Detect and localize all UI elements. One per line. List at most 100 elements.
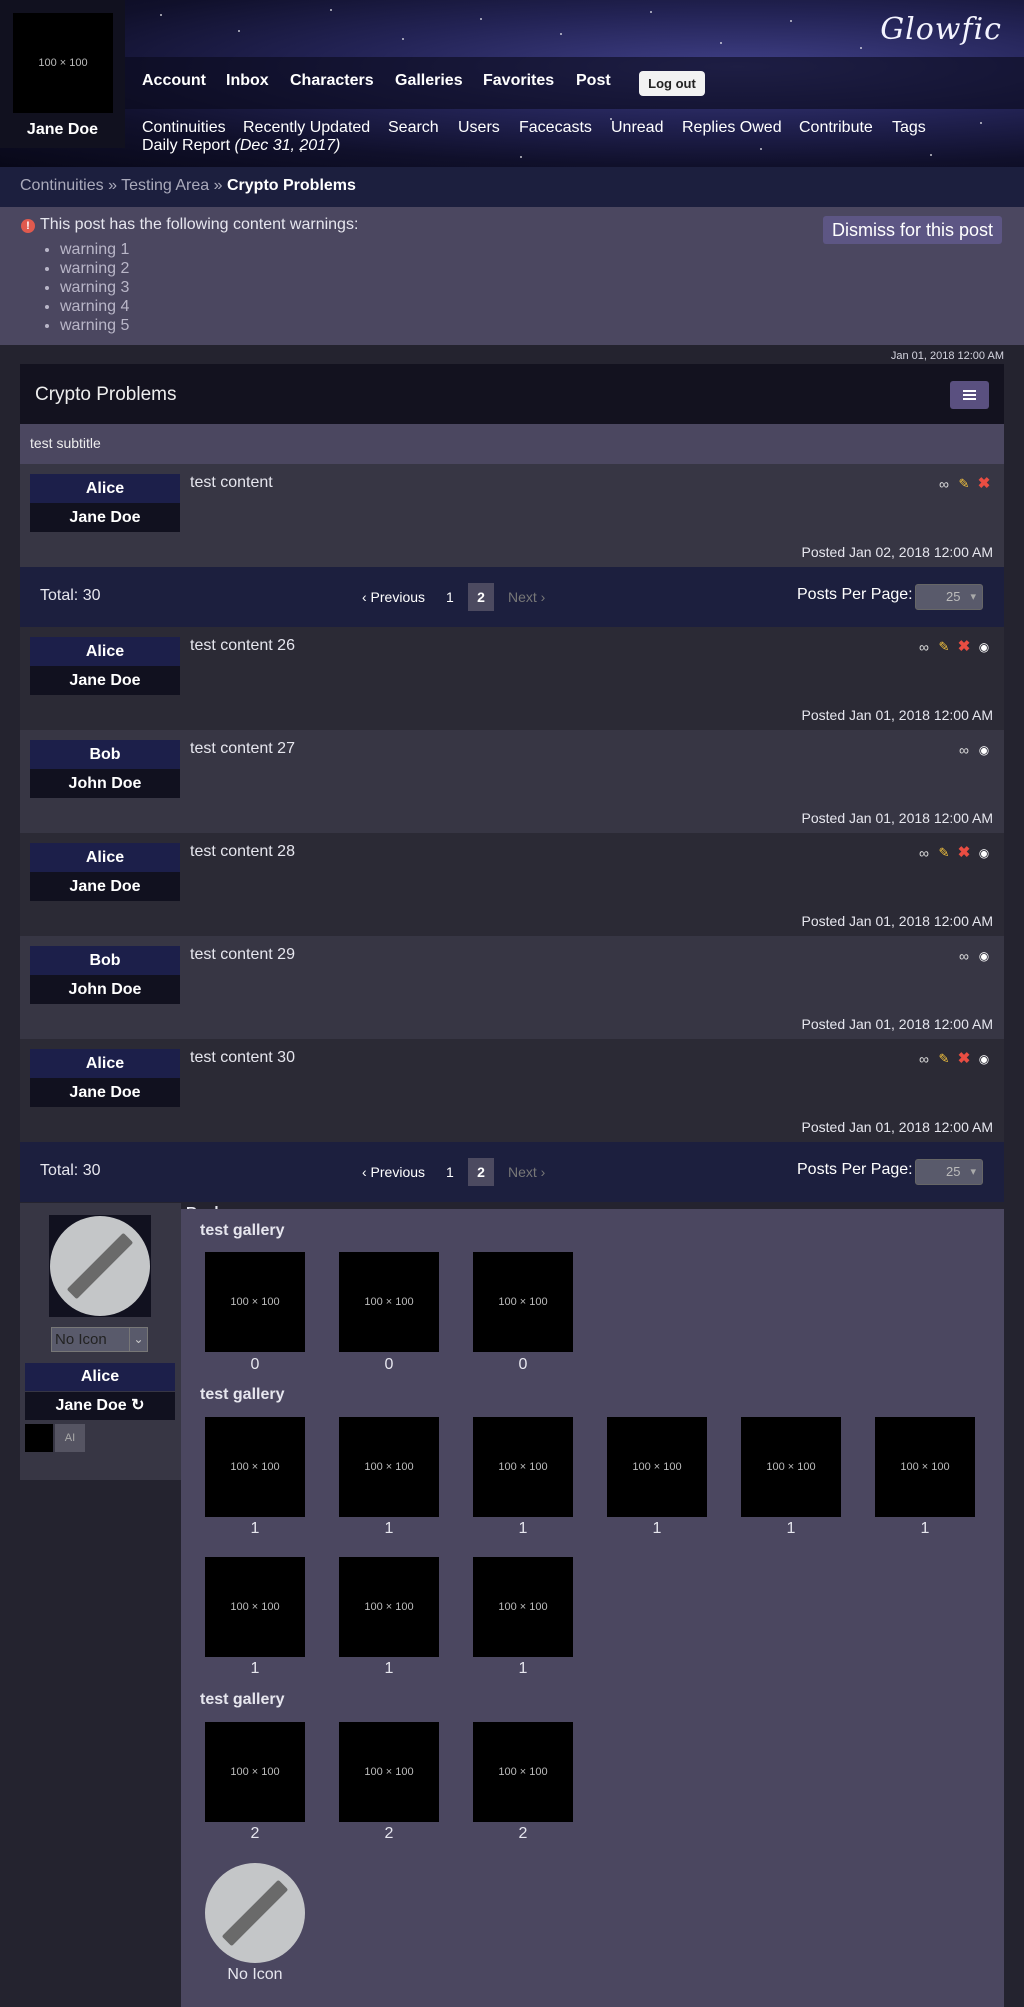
eye-icon[interactable]: ◉ bbox=[976, 639, 992, 655]
gallery-icon[interactable]: 100 × 100 bbox=[205, 1557, 305, 1657]
warning-item[interactable]: warning 5 bbox=[60, 316, 129, 335]
gallery-icon[interactable]: 100 × 100 bbox=[205, 1417, 305, 1517]
delete-x-icon[interactable]: ✖ bbox=[956, 845, 972, 861]
editor-author[interactable]: Jane Doe ↻ bbox=[25, 1392, 175, 1420]
character-name[interactable]: Bob bbox=[30, 740, 180, 769]
subnav-facecasts[interactable]: Facecasts bbox=[519, 119, 592, 137]
editor-character-name[interactable]: Alice bbox=[25, 1363, 175, 1391]
post-menu-button[interactable] bbox=[950, 381, 989, 409]
site-logo[interactable]: Glowfic bbox=[880, 12, 1002, 47]
gallery-icon[interactable]: 100 × 100 bbox=[473, 1417, 573, 1517]
link-icon[interactable]: ∞ bbox=[936, 476, 952, 492]
gallery-icon[interactable]: 100 × 100 bbox=[339, 1252, 439, 1352]
reply-date: Posted Jan 01, 2018 12:00 AM bbox=[801, 1119, 993, 1135]
character-name[interactable]: Alice bbox=[30, 1049, 180, 1078]
page-1-link[interactable]: 1 bbox=[446, 589, 454, 605]
warning-item[interactable]: warning 1 bbox=[60, 240, 129, 259]
gallery-icon[interactable]: 100 × 100 bbox=[473, 1557, 573, 1657]
warning-item[interactable]: warning 4 bbox=[60, 297, 129, 316]
eye-icon[interactable]: ◉ bbox=[976, 1051, 992, 1067]
page-2-current: 2 bbox=[468, 583, 494, 611]
page-1-link[interactable]: 1 bbox=[446, 1164, 454, 1180]
gallery-icon[interactable]: 100 × 100 bbox=[607, 1417, 707, 1517]
gallery-icon[interactable]: 100 × 100 bbox=[875, 1417, 975, 1517]
gallery-icon[interactable]: 100 × 100 bbox=[339, 1417, 439, 1517]
gallery-icon-label: 1 bbox=[518, 1520, 528, 1537]
editor-icon-thumbnail[interactable] bbox=[25, 1424, 53, 1452]
nav-favorites[interactable]: Favorites bbox=[483, 72, 554, 90]
gallery-icon[interactable]: 100 × 100 bbox=[205, 1722, 305, 1822]
link-icon[interactable]: ∞ bbox=[916, 845, 932, 861]
link-icon[interactable]: ∞ bbox=[956, 742, 972, 758]
dismiss-warnings-button[interactable]: Dismiss for this post bbox=[823, 216, 1002, 244]
author-name[interactable]: Jane Doe bbox=[30, 872, 180, 901]
logout-button[interactable]: Log out bbox=[639, 71, 705, 96]
character-name[interactable]: Alice bbox=[30, 843, 180, 872]
eye-icon[interactable]: ◉ bbox=[976, 845, 992, 861]
eye-icon[interactable]: ◉ bbox=[976, 742, 992, 758]
gallery-icon-label: 1 bbox=[384, 1660, 394, 1677]
previous-page-link[interactable]: ‹ Previous bbox=[362, 1164, 425, 1180]
subnav-contribute[interactable]: Contribute bbox=[799, 119, 873, 137]
icon-select[interactable]: No Icon ⌄ bbox=[51, 1327, 148, 1352]
gallery-icon[interactable]: 100 × 100 bbox=[205, 1252, 305, 1352]
per-page-select[interactable]: 25 bbox=[915, 1159, 983, 1185]
link-icon[interactable]: ∞ bbox=[916, 1051, 932, 1067]
user-name[interactable]: Jane Doe bbox=[0, 121, 125, 139]
author-name[interactable]: John Doe bbox=[30, 769, 180, 798]
delete-x-icon[interactable]: ✖ bbox=[956, 639, 972, 655]
current-icon-frame[interactable] bbox=[49, 1215, 151, 1317]
per-page-select[interactable]: 25 bbox=[915, 584, 983, 610]
subnav-recently-updated[interactable]: Recently Updated bbox=[243, 119, 370, 137]
author-name[interactable]: Jane Doe bbox=[30, 503, 180, 532]
subnav-search[interactable]: Search bbox=[388, 119, 439, 137]
total-count: Total: 30 bbox=[40, 1162, 101, 1179]
nav-post[interactable]: Post bbox=[576, 72, 611, 90]
character-name[interactable]: Alice bbox=[30, 474, 180, 503]
pencil-icon[interactable]: ✎ bbox=[956, 476, 972, 492]
author-name[interactable]: John Doe bbox=[30, 975, 180, 1004]
pencil-icon[interactable]: ✎ bbox=[936, 845, 952, 861]
nav-galleries[interactable]: Galleries bbox=[395, 72, 463, 90]
author-name[interactable]: Jane Doe bbox=[30, 666, 180, 695]
no-icon-option[interactable] bbox=[205, 1863, 305, 1963]
reply-date: Posted Jan 01, 2018 12:00 AM bbox=[801, 913, 993, 929]
daily-report-link[interactable]: Daily Report (Dec 31, 2017) bbox=[142, 137, 340, 155]
author-name[interactable]: Jane Doe bbox=[30, 1078, 180, 1107]
previous-page-link[interactable]: ‹ Previous bbox=[362, 589, 425, 605]
link-icon[interactable]: ∞ bbox=[916, 639, 932, 655]
breadcrumb-testing-area[interactable]: Testing Area bbox=[121, 177, 209, 194]
gallery-icon[interactable]: 100 × 100 bbox=[741, 1417, 841, 1517]
gallery-icon[interactable]: 100 × 100 bbox=[473, 1252, 573, 1352]
nav-account[interactable]: Account bbox=[142, 72, 206, 90]
subnav-replies-owed[interactable]: Replies Owed bbox=[682, 119, 782, 137]
delete-x-icon[interactable]: ✖ bbox=[976, 476, 992, 492]
character-name[interactable]: Bob bbox=[30, 946, 180, 975]
gallery-heading: test gallery bbox=[200, 1222, 285, 1239]
character-name[interactable]: Alice bbox=[30, 637, 180, 666]
gallery-icon-label: 1 bbox=[920, 1520, 930, 1537]
warning-item[interactable]: warning 3 bbox=[60, 278, 129, 297]
eye-icon[interactable]: ◉ bbox=[976, 948, 992, 964]
gallery-icon[interactable]: 100 × 100 bbox=[339, 1722, 439, 1822]
user-avatar[interactable]: 100 × 100 bbox=[13, 13, 113, 113]
subnav-tags[interactable]: Tags bbox=[892, 119, 926, 137]
link-icon[interactable]: ∞ bbox=[956, 948, 972, 964]
ai-button[interactable]: AI bbox=[55, 1424, 85, 1452]
subnav-unread[interactable]: Unread bbox=[611, 119, 663, 137]
nav-inbox[interactable]: Inbox bbox=[226, 72, 269, 90]
nav-characters[interactable]: Characters bbox=[290, 72, 374, 90]
breadcrumb-continuities[interactable]: Continuities bbox=[20, 177, 104, 194]
delete-x-icon[interactable]: ✖ bbox=[956, 1051, 972, 1067]
total-count: Total: 30 bbox=[40, 587, 101, 604]
pencil-icon[interactable]: ✎ bbox=[936, 639, 952, 655]
warning-item[interactable]: warning 2 bbox=[60, 259, 129, 278]
gallery-icon-label: 0 bbox=[518, 1356, 528, 1373]
subnav-users[interactable]: Users bbox=[458, 119, 500, 137]
subnav-continuities[interactable]: Continuities bbox=[142, 119, 226, 137]
swap-icon[interactable]: ↻ bbox=[131, 1397, 144, 1414]
reply-content: test content 26 bbox=[190, 637, 295, 654]
pencil-icon[interactable]: ✎ bbox=[936, 1051, 952, 1067]
gallery-icon[interactable]: 100 × 100 bbox=[339, 1557, 439, 1657]
gallery-icon[interactable]: 100 × 100 bbox=[473, 1722, 573, 1822]
